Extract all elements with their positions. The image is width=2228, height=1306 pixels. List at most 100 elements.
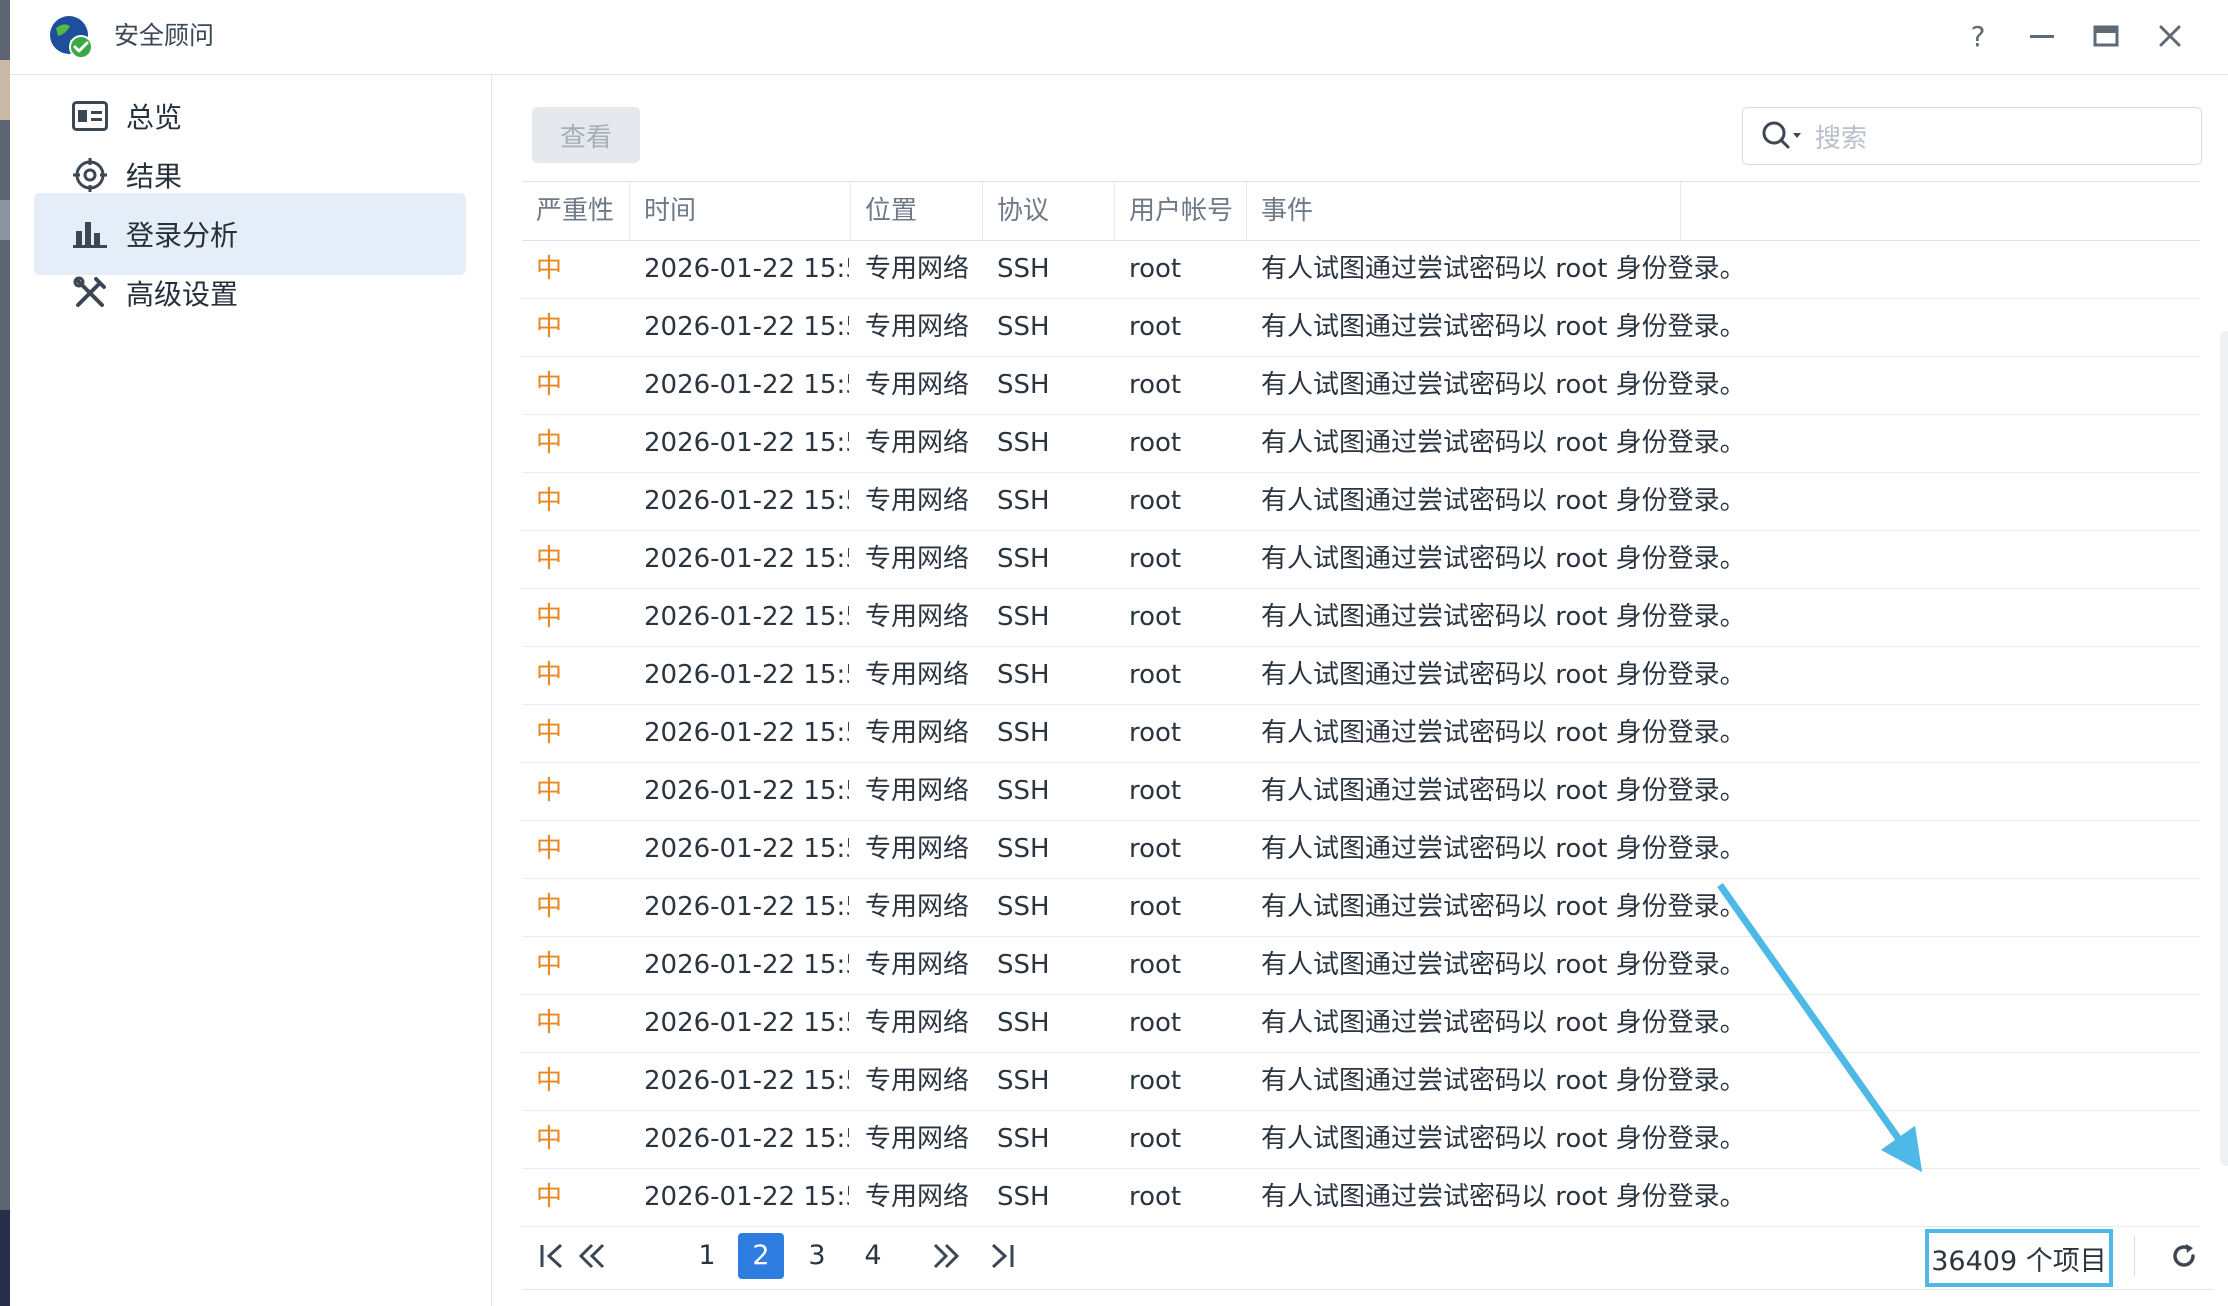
search-icon[interactable] [1761, 118, 1805, 154]
cell-time: 2026-01-22 15:55:... [644, 254, 849, 284]
cell-protocol: SSH [997, 370, 1050, 400]
table-row[interactable]: 中 2026-01-22 15:54:... 专用网络 SSH root 有人试图通过尝试… [522, 1110, 2200, 1169]
column-header-user-account[interactable]: 用户帐号 [1115, 182, 1247, 240]
table-row[interactable]: 中 2026-01-22 15:53:... 专用网络 SSH root 有人试图通过尝试… [522, 1168, 2200, 1227]
table-row[interactable]: 中 2026-01-22 15:55:... 专用网络 SSH root 有人试图通过尝试… [522, 588, 2200, 647]
column-header-protocol[interactable]: 协议 [983, 182, 1115, 240]
cell-event: 有人试图通过尝试密码以 root 身份登录。 [1261, 428, 1746, 458]
cell-user-account: root [1129, 1182, 1182, 1212]
page-2-button[interactable]: 2 [738, 1233, 784, 1279]
cell-protocol: SSH [997, 776, 1050, 806]
title-bar: 安全顾问 ? [10, 0, 2228, 75]
table-row[interactable]: 中 2026-01-22 15:54:... 专用网络 SSH root 有人试图通过尝试… [522, 878, 2200, 937]
cell-time: 2026-01-22 15:54:... [644, 1066, 849, 1096]
last-page-button[interactable] [982, 1233, 1022, 1279]
sidebar-item-label: 高级设置 [126, 278, 239, 311]
cell-time: 2026-01-22 15:55:... [644, 486, 849, 516]
security-advisor-logo [48, 14, 94, 60]
cell-location: 专用网络 [865, 1066, 970, 1096]
cell-time: 2026-01-22 15:55:... [644, 544, 849, 574]
cell-user-account: root [1129, 1066, 1182, 1096]
table-row[interactable]: 中 2026-01-22 15:54:... 专用网络 SSH root 有人试图通过尝试… [522, 704, 2200, 763]
cell-time: 2026-01-22 15:53:... [644, 1182, 849, 1212]
cell-location: 专用网络 [865, 486, 970, 516]
cell-severity: 中 [536, 602, 563, 632]
search-input[interactable]: 搜索 [1742, 107, 2202, 165]
cell-severity: 中 [536, 1124, 563, 1154]
table-row[interactable]: 中 2026-01-22 15:54:... 专用网络 SSH root 有人试图通过尝试… [522, 820, 2200, 879]
desktop-edge [0, 0, 10, 1306]
table-row[interactable]: 中 2026-01-22 15:54:... 专用网络 SSH root 有人试图通过尝试… [522, 936, 2200, 995]
table-row[interactable]: 中 2026-01-22 15:54:... 专用网络 SSH root 有人试图通过尝试… [522, 762, 2200, 821]
cell-severity: 中 [536, 776, 563, 806]
cell-time: 2026-01-22 15:55:... [644, 602, 849, 632]
cell-event: 有人试图通过尝试密码以 root 身份登录。 [1261, 312, 1746, 342]
cell-severity: 中 [536, 1182, 563, 1212]
cell-protocol: SSH [997, 834, 1050, 864]
refresh-button[interactable] [2164, 1233, 2204, 1279]
cell-location: 专用网络 [865, 718, 970, 748]
close-button[interactable] [2152, 16, 2188, 56]
cell-event: 有人试图通过尝试密码以 root 身份登录。 [1261, 602, 1746, 632]
sidebar: 总览 结果 登录分析 高级设置 [10, 75, 492, 1306]
cell-event: 有人试图通过尝试密码以 root 身份登录。 [1261, 950, 1746, 980]
previous-page-button[interactable] [572, 1233, 612, 1279]
cell-event: 有人试图通过尝试密码以 root 身份登录。 [1261, 1124, 1746, 1154]
cell-protocol: SSH [997, 718, 1050, 748]
page-3-button[interactable]: 3 [794, 1233, 840, 1279]
first-page-icon [540, 1243, 563, 1269]
tools-icon [70, 273, 110, 313]
column-header-severity[interactable]: 严重性 [522, 182, 630, 240]
cell-user-account: root [1129, 776, 1182, 806]
next-page-button[interactable] [926, 1233, 966, 1279]
table-row[interactable]: 中 2026-01-22 15:55:... 专用网络 SSH root 有人试图通过尝试… [522, 356, 2200, 415]
minimize-button[interactable] [2024, 16, 2060, 56]
pagination-bar: 1 2 3 4 36409 个项目 [522, 1225, 2214, 1290]
table-row[interactable]: 中 2026-01-22 15:55:... 专用网络 SSH root 有人试图通过尝试… [522, 298, 2200, 357]
cell-protocol: SSH [997, 950, 1050, 980]
cell-location: 专用网络 [865, 776, 970, 806]
page-1-button[interactable]: 1 [684, 1233, 730, 1279]
maximize-button[interactable] [2088, 16, 2124, 56]
help-button[interactable]: ? [1960, 16, 1996, 56]
vertical-scrollbar[interactable] [2220, 331, 2228, 1166]
view-button[interactable]: 查看 [532, 107, 640, 163]
cell-event: 有人试图通过尝试密码以 root 身份登录。 [1261, 660, 1746, 690]
table-row[interactable]: 中 2026-01-22 15:55:... 专用网络 SSH root 有人试图通过尝试… [522, 240, 2200, 299]
cell-severity: 中 [536, 950, 563, 980]
cell-time: 2026-01-22 15:55:... [644, 370, 849, 400]
cell-user-account: root [1129, 1008, 1182, 1038]
refresh-icon [2173, 1244, 2195, 1267]
cell-time: 2026-01-22 15:55:... [644, 312, 849, 342]
cell-location: 专用网络 [865, 950, 970, 980]
cell-user-account: root [1129, 486, 1182, 516]
cell-protocol: SSH [997, 892, 1050, 922]
cell-protocol: SSH [997, 660, 1050, 690]
table-row[interactable]: 中 2026-01-22 15:54:... 专用网络 SSH root 有人试图通过尝试… [522, 994, 2200, 1053]
table-header: 严重性 时间 位置 协议 用户帐号 事件 [522, 181, 2200, 241]
column-header-location[interactable]: 位置 [851, 182, 983, 240]
cell-time: 2026-01-22 15:54:... [644, 660, 849, 690]
sidebar-item-advanced-settings[interactable]: 高级设置 [34, 252, 466, 334]
table-row[interactable]: 中 2026-01-22 15:55:... 专用网络 SSH root 有人试图通过尝试… [522, 414, 2200, 473]
cell-location: 专用网络 [865, 660, 970, 690]
column-header-event[interactable]: 事件 [1247, 182, 1681, 240]
cell-protocol: SSH [997, 1008, 1050, 1038]
cell-severity: 中 [536, 254, 563, 284]
sidebar-item-label: 登录分析 [126, 219, 239, 252]
table-row[interactable]: 中 2026-01-22 15:55:... 专用网络 SSH root 有人试图通过尝试… [522, 530, 2200, 589]
table-row[interactable]: 中 2026-01-22 15:54:... 专用网络 SSH root 有人试图通过尝试… [522, 1052, 2200, 1111]
bar-chart-icon [70, 214, 110, 254]
table-row[interactable]: 中 2026-01-22 15:54:... 专用网络 SSH root 有人试图通过尝试… [522, 646, 2200, 705]
column-header-time[interactable]: 时间 [630, 182, 851, 240]
cell-event: 有人试图通过尝试密码以 root 身份登录。 [1261, 1066, 1746, 1096]
cell-location: 专用网络 [865, 834, 970, 864]
cell-location: 专用网络 [865, 1008, 970, 1038]
table-row[interactable]: 中 2026-01-22 15:55:... 专用网络 SSH root 有人试图通过尝试… [522, 472, 2200, 531]
page-4-button[interactable]: 4 [850, 1233, 896, 1279]
cell-time: 2026-01-22 15:54:... [644, 834, 849, 864]
main-panel: 查看 搜索 严重性 时间 位置 协议 用户帐号 事件 中 2026-01-22 1… [492, 75, 2228, 1306]
cell-user-account: root [1129, 254, 1182, 284]
first-page-button[interactable] [532, 1233, 572, 1279]
cell-protocol: SSH [997, 1124, 1050, 1154]
